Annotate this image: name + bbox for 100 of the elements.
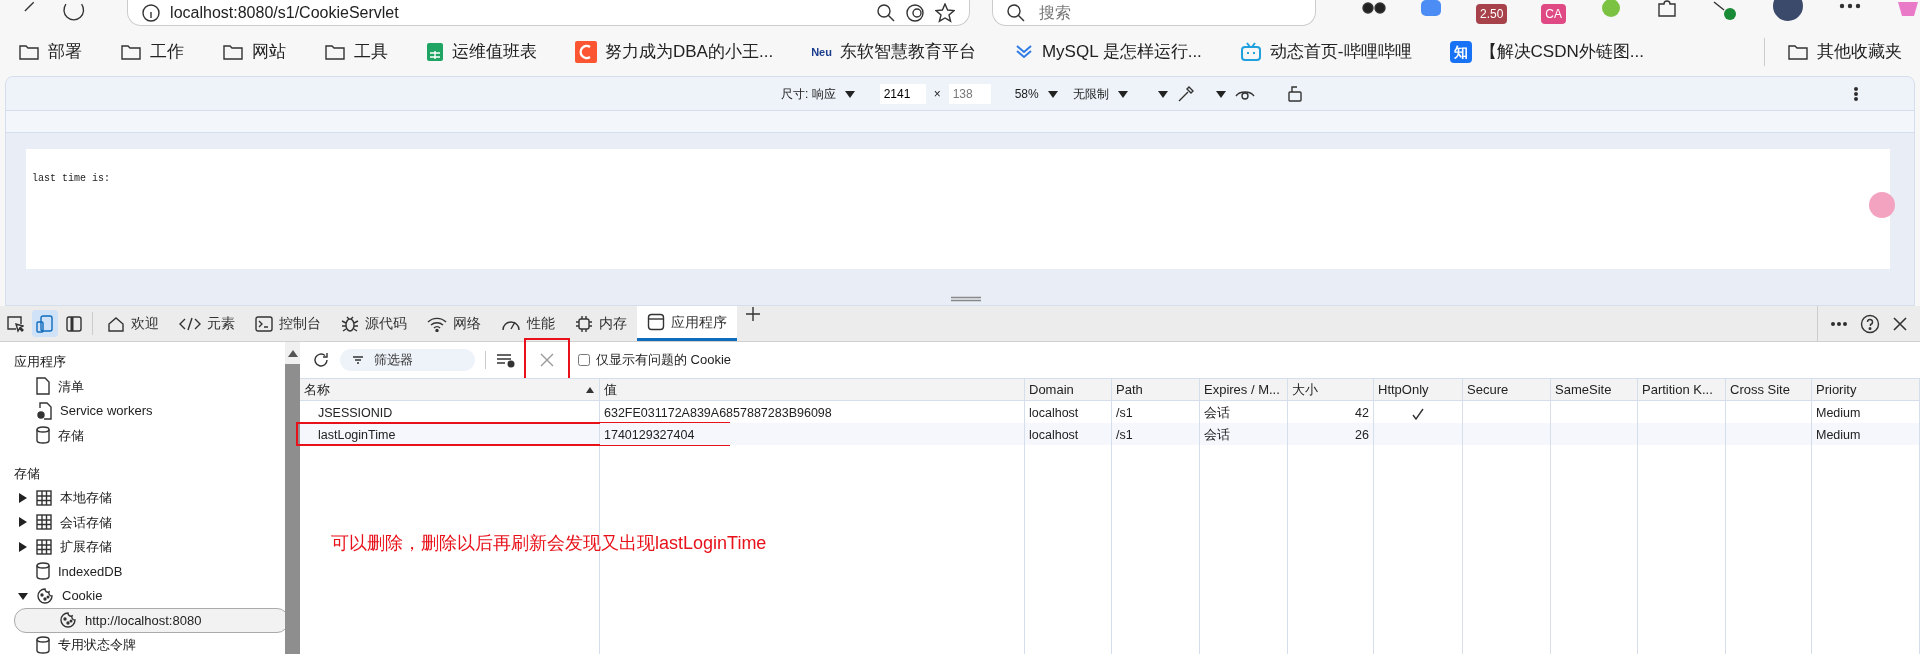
- more-icon[interactable]: [1830, 320, 1848, 327]
- window-icon: [647, 313, 665, 331]
- url-text: localhost:8080/s1/CookieServlet: [170, 2, 399, 23]
- expanded-arrow-icon[interactable]: [18, 590, 28, 601]
- resize-handle-icon[interactable]: [951, 296, 981, 302]
- bookmark-link[interactable]: Neu 东软智慧教育平台: [803, 35, 984, 69]
- clear-filtered-icon[interactable]: [496, 352, 516, 368]
- wifi-icon: [427, 315, 447, 332]
- bookmark-link[interactable]: 工作: [112, 35, 192, 69]
- sidebar-item[interactable]: 专用状态令牌: [14, 632, 285, 654]
- plus-icon[interactable]: [745, 306, 761, 322]
- column-header[interactable]: HttpOnly: [1374, 379, 1463, 401]
- more-icon[interactable]: [1852, 85, 1859, 102]
- caret-icon[interactable]: [843, 88, 856, 99]
- collapsed-arrow-icon[interactable]: [18, 492, 28, 503]
- gear-file-icon: [36, 401, 52, 420]
- bookmark-link[interactable]: 努力成为DBA的小王...: [567, 35, 782, 69]
- devtools-tab[interactable]: 控制台: [245, 306, 331, 341]
- column-header[interactable]: 名称: [300, 379, 600, 401]
- eyedropper-icon[interactable]: [1176, 84, 1195, 103]
- column-header[interactable]: Priority: [1812, 379, 1920, 401]
- folder-icon: [18, 43, 40, 61]
- bookmark-link[interactable]: MySQL 是怎样运行...: [1005, 35, 1210, 69]
- column-header[interactable]: Expires / M...: [1200, 379, 1288, 401]
- scrollbar[interactable]: [285, 342, 300, 654]
- caret-icon[interactable]: [1214, 88, 1227, 99]
- search-icon[interactable]: [877, 3, 896, 22]
- database-icon: [36, 635, 50, 654]
- logo-text: Neu: [811, 44, 832, 60]
- avatar-icon[interactable]: [1772, 0, 1804, 22]
- sidebar-item[interactable]: Service workers: [14, 398, 285, 423]
- chip-icon: [575, 314, 593, 333]
- inspect-icon: [6, 314, 24, 333]
- bookmark-link[interactable]: 网站: [214, 35, 294, 69]
- column-header[interactable]: SameSite: [1551, 379, 1638, 401]
- sidebar-item[interactable]: 会话存储: [14, 510, 285, 535]
- table-icon: [36, 514, 52, 531]
- bookmark-link[interactable]: 其他收藏夹: [1779, 35, 1910, 69]
- spreadsheet-icon: [426, 42, 444, 62]
- sidebar-item[interactable]: 扩展存储: [14, 534, 285, 559]
- sidebar-item[interactable]: Cookie: [14, 583, 285, 608]
- throttle-dropdown[interactable]: 无限制: [1072, 84, 1109, 103]
- sidebar-item[interactable]: 本地存储: [14, 485, 285, 510]
- scroll-up-icon[interactable]: [286, 348, 299, 358]
- width-field[interactable]: 2141: [879, 83, 926, 104]
- column-header[interactable]: Cross Site: [1726, 379, 1812, 401]
- bookmark-link[interactable]: 运维值班表: [418, 35, 545, 69]
- issues-checkbox[interactable]: [578, 354, 590, 366]
- sidebar-item[interactable]: IndexedDB: [14, 559, 285, 584]
- sidebar-item[interactable]: 存储: [14, 423, 285, 448]
- collapsed-arrow-icon[interactable]: [18, 541, 28, 552]
- devtools-tab[interactable]: 内存: [565, 306, 637, 341]
- sidebar-item[interactable]: 清单: [14, 374, 285, 399]
- checkbox-label[interactable]: 仅显示有问题的 Cookie: [596, 350, 732, 370]
- bookmark-link[interactable]: 知 【解决CSDN外链图...: [1441, 35, 1652, 69]
- dock-icon: [66, 315, 82, 332]
- search-icon: [1007, 3, 1026, 22]
- column-header[interactable]: Path: [1112, 379, 1200, 401]
- column-header[interactable]: 值: [600, 379, 1025, 401]
- devtools-tab[interactable]: 网络: [417, 306, 491, 341]
- column-header[interactable]: Secure: [1463, 379, 1551, 401]
- column-header[interactable]: 大小: [1288, 379, 1374, 401]
- extension-badge[interactable]: 2.50: [1476, 4, 1508, 24]
- size-dropdown[interactable]: 尺寸: 响应: [781, 84, 836, 103]
- column-header[interactable]: Partition K...: [1638, 379, 1726, 401]
- database-icon: [36, 426, 50, 445]
- bookmark-link[interactable]: 部署: [10, 35, 90, 69]
- extension-badge[interactable]: CA: [1541, 4, 1566, 24]
- file-icon: [36, 377, 50, 396]
- sync-check-icon[interactable]: [1712, 0, 1738, 22]
- help-icon[interactable]: [1860, 313, 1880, 334]
- bookmark-link[interactable]: 动态首页-哔哩哔哩: [1231, 35, 1420, 69]
- close-icon[interactable]: [1892, 315, 1908, 332]
- devtools-tab[interactable]: 元素: [169, 306, 245, 341]
- devtools-tab[interactable]: 欢迎: [97, 306, 169, 341]
- devtools-tab[interactable]: 性能: [491, 306, 565, 341]
- tv-icon: [1239, 42, 1262, 62]
- bookmark-link[interactable]: 工具: [316, 35, 396, 69]
- folder-icon: [324, 43, 346, 61]
- times-sign: ×: [933, 85, 941, 103]
- collapsed-arrow-icon[interactable]: [18, 517, 28, 528]
- column-header[interactable]: Domain: [1025, 379, 1112, 401]
- section-header: 存储: [14, 464, 41, 483]
- logo-text: 知: [1449, 41, 1472, 63]
- swirl-icon[interactable]: [905, 2, 926, 23]
- bug-icon: [341, 314, 359, 333]
- caret-icon[interactable]: [1156, 88, 1169, 99]
- filter-field[interactable]: 筛选器: [340, 349, 475, 371]
- device-icon: [36, 314, 54, 333]
- caret-icon[interactable]: [1116, 88, 1129, 99]
- address-bar[interactable]: localhost:8080/s1/CookieServlet: [127, 0, 971, 26]
- zoom-dropdown[interactable]: 58%: [1014, 84, 1039, 103]
- height-field[interactable]: 138: [948, 83, 991, 104]
- console-icon: [255, 315, 273, 332]
- devtools-tab[interactable]: 应用程序: [637, 306, 737, 341]
- caret-icon[interactable]: [1046, 88, 1059, 99]
- sort-ascending-icon[interactable]: [585, 385, 595, 394]
- devtools-tab[interactable]: 源代码: [331, 306, 417, 341]
- search-field[interactable]: 搜索: [992, 0, 1316, 26]
- star-icon[interactable]: [935, 2, 956, 23]
